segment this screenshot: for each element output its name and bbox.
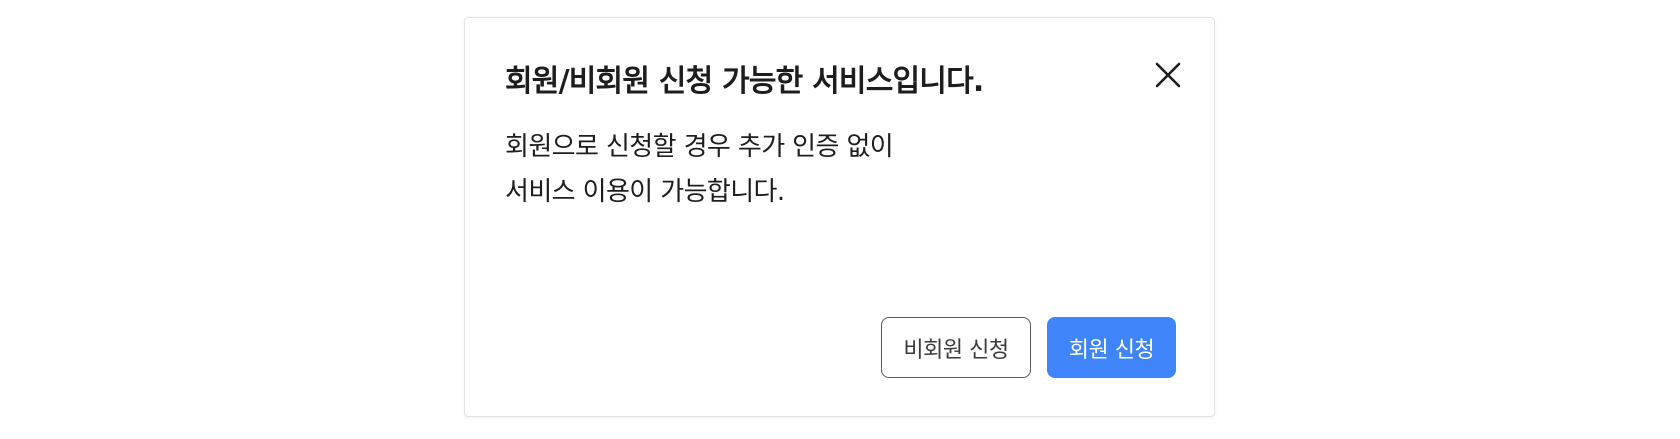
member-apply-button[interactable]: 회원 신청 <box>1047 317 1176 378</box>
page-backdrop: 회원/비회원 신청 가능한 서비스입니다. 회원으로 신청할 경우 추가 인증 … <box>0 0 1680 439</box>
close-icon <box>1155 62 1181 88</box>
service-apply-dialog: 회원/비회원 신청 가능한 서비스입니다. 회원으로 신청할 경우 추가 인증 … <box>464 17 1215 417</box>
close-button[interactable] <box>1149 56 1187 94</box>
message-line: 서비스 이용이 가능합니다. <box>505 177 785 207</box>
dialog-title: 회원/비회원 신청 가능한 서비스입니다. <box>505 64 984 99</box>
dialog-message: 회원으로 신청할 경우 추가 인증 없이 서비스 이용이 가능합니다. <box>505 125 894 215</box>
non-member-apply-label: 비회원 신청 <box>903 337 1009 363</box>
message-line: 회원으로 신청할 경우 추가 인증 없이 <box>505 132 894 162</box>
non-member-apply-button[interactable]: 비회원 신청 <box>881 317 1031 378</box>
member-apply-label: 회원 신청 <box>1068 337 1155 363</box>
